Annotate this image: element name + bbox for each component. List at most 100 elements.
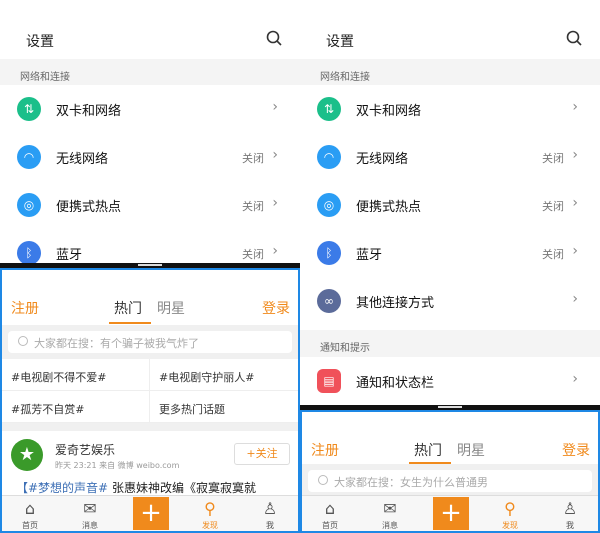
nav-messages[interactable]: ✉ 消息 <box>70 498 110 531</box>
nav-label: 首页 <box>22 521 38 530</box>
topic-link[interactable]: #孤芳不自赏# <box>2 391 150 423</box>
tab-star[interactable]: 明星 <box>157 298 185 318</box>
section-network: 网络和连接 <box>300 59 600 87</box>
tab-underline <box>409 462 451 464</box>
nav-discover[interactable]: ⚲ 发现 <box>490 498 530 531</box>
chevron-right-icon: › <box>572 243 578 259</box>
chevron-right-icon: › <box>572 195 578 211</box>
settings-title: 设置 <box>26 34 54 50</box>
register-link[interactable]: 注册 <box>11 298 39 318</box>
bottom-nav: ⌂ 首页 ✉ 消息 + ⚲ 发现 ♙ 我 <box>2 495 298 531</box>
dual-sim-icon: ⇅ <box>317 97 341 121</box>
nav-label: 发现 <box>502 521 518 530</box>
nav-me[interactable]: ♙ 我 <box>550 498 590 531</box>
settings-header: 设置 <box>300 0 600 58</box>
item-status: 关闭 <box>542 248 564 261</box>
hotspot-icon: ◎ <box>17 193 41 217</box>
search-input[interactable]: 大家都在搜：女生为什么普通男 <box>308 470 592 492</box>
nav-discover[interactable]: ⚲ 发现 <box>190 498 230 531</box>
item-status: 关闭 <box>542 200 564 213</box>
settings-item-dual-sim[interactable]: ⇅ 双卡和网络 › <box>0 85 300 133</box>
chevron-right-icon: › <box>272 195 278 211</box>
item-status: 关闭 <box>242 248 264 261</box>
item-label: 蓝牙 <box>56 248 83 263</box>
compose-plus-button[interactable]: + <box>433 497 469 530</box>
login-link[interactable]: 登录 <box>262 298 290 318</box>
wifi-icon: ◠ <box>17 145 41 169</box>
item-label: 其他连接方式 <box>356 296 435 311</box>
section-network: 网络和连接 <box>0 59 300 87</box>
nav-label: 消息 <box>82 521 98 530</box>
link-icon: ∞ <box>317 289 341 313</box>
chevron-right-icon: › <box>572 147 578 163</box>
item-label: 通知和状态栏 <box>356 376 435 391</box>
settings-item-notifications[interactable]: ▤ 通知和状态栏 › <box>300 357 600 405</box>
nav-home[interactable]: ⌂ 首页 <box>10 498 50 531</box>
nav-label: 我 <box>266 521 274 530</box>
nav-label: 我 <box>566 521 574 530</box>
nav-me[interactable]: ♙ 我 <box>250 498 290 531</box>
search-icon: ⚲ <box>204 499 216 518</box>
mail-icon: ✉ <box>83 499 97 518</box>
person-icon: ♙ <box>562 499 578 518</box>
settings-item-other-connections[interactable]: ∞ 其他连接方式 › <box>300 277 600 325</box>
section-notify: 通知和提示 <box>300 330 600 358</box>
login-link[interactable]: 登录 <box>562 440 590 460</box>
nav-label: 发现 <box>202 521 218 530</box>
tab-hot[interactable]: 热门 <box>114 298 142 318</box>
topic-link[interactable]: #电视剧不得不爱# <box>2 359 150 391</box>
search-icon[interactable] <box>266 30 282 46</box>
settings-header: 设置 <box>0 0 300 58</box>
home-icon: ⌂ <box>324 499 336 518</box>
search-input[interactable]: 大家都在搜：有个骗子被我气炸了 <box>8 331 292 353</box>
settings-item-wifi[interactable]: ◠ 无线网络 关闭 › <box>0 133 300 181</box>
chevron-right-icon: › <box>572 371 578 387</box>
search-icon: ⚲ <box>504 499 516 518</box>
item-label: 便携式热点 <box>356 200 422 215</box>
avatar[interactable]: ★ <box>11 439 43 471</box>
tab-underline <box>109 322 151 324</box>
chevron-right-icon: › <box>272 99 278 115</box>
search-icon[interactable] <box>566 30 582 46</box>
settings-title: 设置 <box>326 34 354 50</box>
settings-item-hotspot[interactable]: ◎ 便携式热点 关闭 › <box>0 181 300 229</box>
right-phone-screen: 设置 网络和连接 ⇅ 双卡和网络 › ◠ 无线网络 关闭 › ◎ 便携式热点 关闭 › ᛒ 蓝牙关… <box>300 0 600 533</box>
post-author[interactable]: 爱奇艺娱乐 <box>55 441 115 458</box>
hotspot-icon: ◎ <box>317 193 341 217</box>
notification-icon: ▤ <box>317 369 341 393</box>
tab-hot[interactable]: 热门 <box>414 440 442 460</box>
bluetooth-icon: ᛒ <box>17 241 41 265</box>
topic-link[interactable]: #电视剧守护丽人# <box>150 359 298 391</box>
dual-sim-icon: ⇅ <box>17 97 41 121</box>
wifi-icon: ◠ <box>317 145 341 169</box>
item-status: 关闭 <box>242 200 264 213</box>
weibo-app-window: 注册 热门 明星 登录 大家都在搜：有个骗子被我气炸了 #电视剧不得不爱# #电… <box>0 268 300 533</box>
chevron-right-icon: › <box>272 243 278 259</box>
follow-button[interactable]: +关注 <box>234 443 290 465</box>
post-hashtag[interactable]: 【#梦想的声音# <box>16 481 108 495</box>
compose-plus-button[interactable]: + <box>133 497 169 530</box>
settings-item-bluetooth[interactable]: ᛒ 蓝牙 关闭 › <box>300 229 600 277</box>
item-label: 无线网络 <box>56 152 109 167</box>
item-label: 便携式热点 <box>56 200 122 215</box>
post-meta: 昨天 23:21 来自 微博 weibo.com <box>55 461 180 470</box>
nav-label: 首页 <box>322 521 338 530</box>
settings-item-dual-sim[interactable]: ⇅ 双卡和网络 › <box>300 85 600 133</box>
nav-messages[interactable]: ✉ 消息 <box>370 498 410 531</box>
home-icon: ⌂ <box>24 499 36 518</box>
left-phone-screen: 设置 网络和连接 ⇅ 双卡和网络 › ◠ 无线网络 关闭 › ◎ 便携式热点 关闭 › ᛒ 蓝牙关… <box>0 0 300 533</box>
post-text: 张惠妹神改编《寂寞寂寞就 <box>108 481 256 495</box>
nav-home[interactable]: ⌂ 首页 <box>310 498 350 531</box>
register-link[interactable]: 注册 <box>311 440 339 460</box>
weibo-app-window: 注册 热门 明星 登录 大家都在搜：女生为什么普通男 ⌂ 首页 ✉ 消息 + ⚲ 发现… <box>300 410 600 533</box>
chevron-right-icon: › <box>272 147 278 163</box>
bottom-nav: ⌂ 首页 ✉ 消息 + ⚲ 发现 ♙ 我 <box>302 495 598 531</box>
settings-item-hotspot[interactable]: ◎ 便携式热点 关闭 › <box>300 181 600 229</box>
item-label: 双卡和网络 <box>56 104 122 119</box>
more-topics-link[interactable]: 更多热门话题 <box>150 391 298 423</box>
item-status: 关闭 <box>242 152 264 165</box>
nav-label: 消息 <box>382 521 398 530</box>
settings-item-wifi[interactable]: ◠ 无线网络 关闭 › <box>300 133 600 181</box>
chevron-right-icon: › <box>572 291 578 307</box>
tab-star[interactable]: 明星 <box>457 440 485 460</box>
